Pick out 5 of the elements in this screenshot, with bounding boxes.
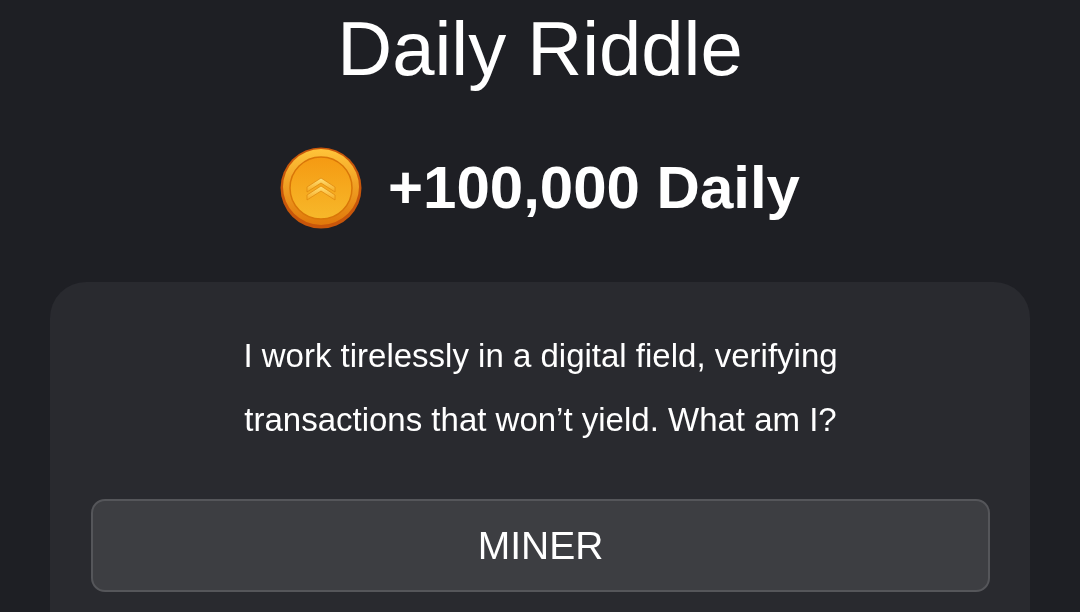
reward-amount: +100,000 Daily: [388, 153, 800, 223]
answer-field[interactable]: MINER: [91, 499, 990, 592]
riddle-question: I work tirelessly in a digital field, verifying transactions that won’t yield. What am I?: [242, 336, 839, 440]
coin-icon: [280, 147, 362, 229]
page-title: Daily Riddle: [337, 5, 743, 93]
